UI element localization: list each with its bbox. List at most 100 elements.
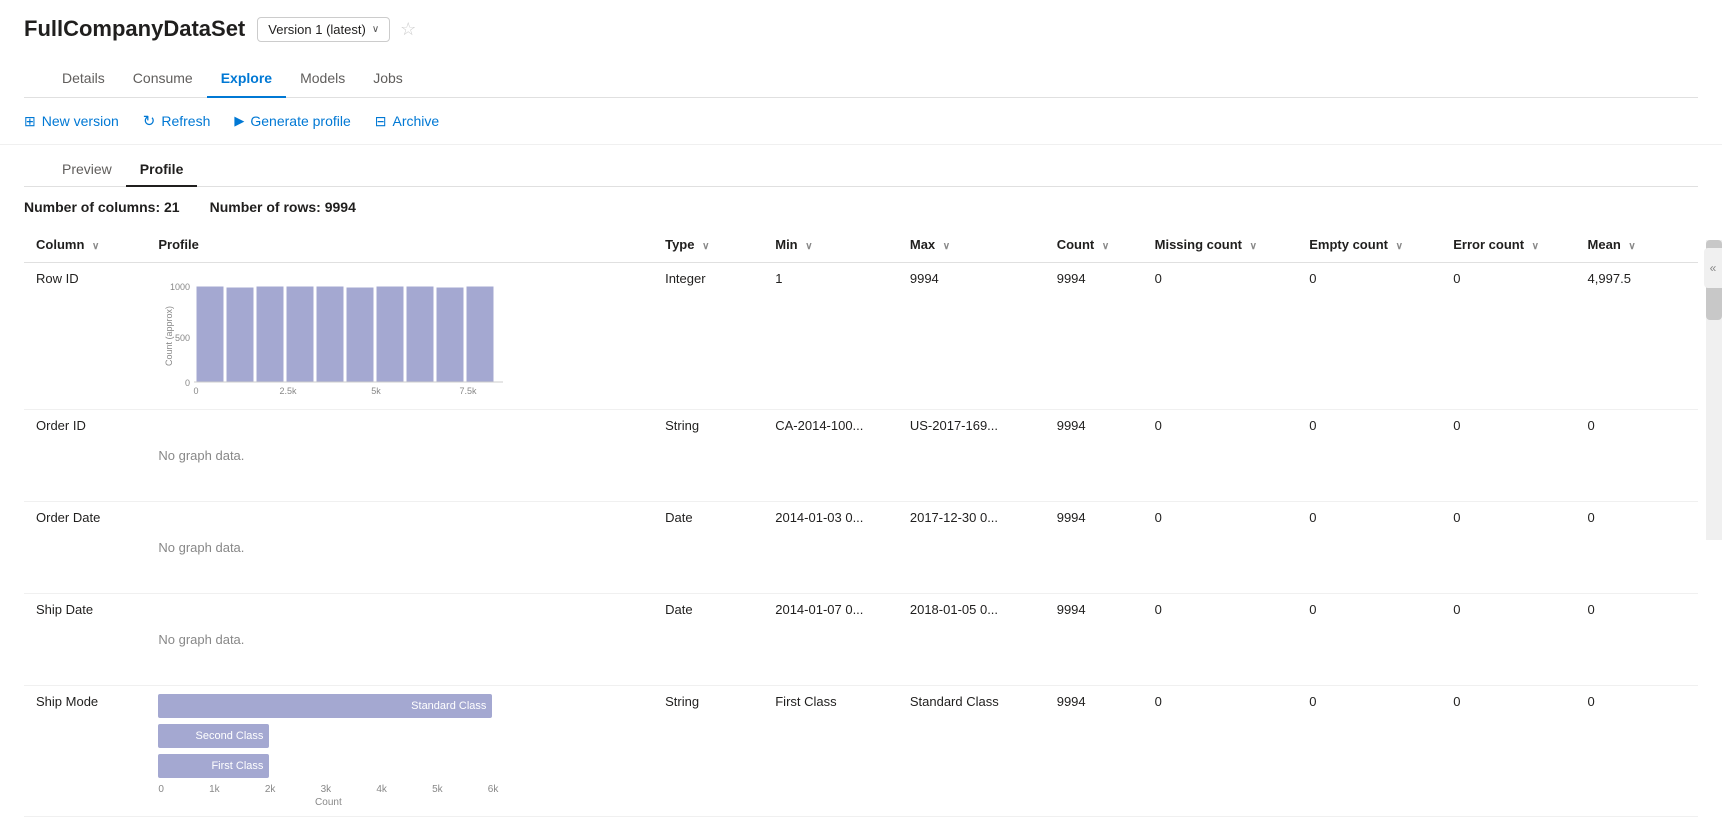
cell-column-name: Order Date	[24, 502, 146, 594]
cell-min: First Class	[763, 686, 898, 817]
nav-tabs: Details Consume Explore Models Jobs	[24, 60, 1698, 98]
x-tick: 6k	[488, 784, 499, 795]
app-header: FullCompanyDataSet Version 1 (latest) ∨ …	[0, 0, 1722, 98]
col-header-error[interactable]: Error count ∨	[1441, 227, 1575, 263]
col-header-type[interactable]: Type ∨	[653, 227, 763, 263]
archive-label: Archive	[393, 113, 440, 129]
col-header-min[interactable]: Min ∨	[763, 227, 898, 263]
bar-standard-class: Standard Class	[158, 694, 492, 718]
x-tick: 4k	[376, 784, 387, 795]
bar-first-class: First Class	[158, 754, 269, 778]
cell-type: String	[653, 686, 763, 817]
cell-missing: 0	[1143, 686, 1298, 817]
barchart-container: Standard Class Second Class	[158, 694, 548, 808]
collapse-icon: «	[1710, 261, 1717, 275]
svg-text:500: 500	[175, 333, 190, 343]
cell-profile-no-graph: No graph data.	[146, 502, 653, 594]
x-tick: 3k	[321, 784, 332, 795]
svg-text:5k: 5k	[372, 386, 382, 396]
tab-consume[interactable]: Consume	[119, 60, 207, 98]
cell-mean: 0	[1576, 594, 1698, 686]
bar-row-first: First Class	[158, 754, 548, 778]
generate-profile-icon: ▶	[234, 113, 244, 129]
table-row: Order ID No graph data. String CA-2014-1…	[24, 410, 1698, 502]
cell-max: 9994	[898, 263, 1045, 410]
table-row: Ship Mode Standard Class	[24, 686, 1698, 817]
app-container: FullCompanyDataSet Version 1 (latest) ∨ …	[0, 0, 1722, 817]
cell-error: 0	[1441, 263, 1575, 410]
cell-profile-no-graph: No graph data.	[146, 410, 653, 502]
archive-icon: ⊟	[375, 113, 387, 130]
bar-second-class: Second Class	[158, 724, 269, 748]
num-rows-info: Number of rows: 9994	[210, 199, 356, 215]
col-header-empty[interactable]: Empty count ∨	[1297, 227, 1441, 263]
col-header-profile: Profile	[146, 227, 653, 263]
cell-empty: 0	[1297, 594, 1441, 686]
cell-missing: 0	[1143, 410, 1298, 502]
cell-column-name: Row ID	[24, 263, 146, 410]
star-icon[interactable]: ☆	[400, 19, 416, 40]
cell-column-name: Ship Date	[24, 594, 146, 686]
refresh-icon: ↻	[143, 112, 156, 130]
bar-label-second: Second Class	[196, 730, 264, 742]
col-header-column[interactable]: Column ∨	[24, 227, 146, 263]
svg-text:1000: 1000	[170, 282, 190, 292]
cell-max: 2018-01-05 0...	[898, 594, 1045, 686]
num-columns-info: Number of columns: 21	[24, 199, 180, 215]
cell-count: 9994	[1045, 263, 1143, 410]
new-version-label: New version	[42, 113, 119, 129]
cell-min: 1	[763, 263, 898, 410]
col-header-missing[interactable]: Missing count ∨	[1143, 227, 1298, 263]
cell-missing: 0	[1143, 263, 1298, 410]
generate-profile-button[interactable]: ▶ Generate profile	[234, 113, 350, 129]
cell-min: 2014-01-07 0...	[763, 594, 898, 686]
data-table: Column ∨ Profile Type ∨ Min ∨ Max ∨ Coun…	[24, 227, 1698, 817]
cell-empty: 0	[1297, 263, 1441, 410]
cell-error: 0	[1441, 594, 1575, 686]
cell-max: US-2017-169...	[898, 410, 1045, 502]
sub-tabs-area: Preview Profile	[0, 153, 1722, 187]
cell-mean: 4,997.5	[1576, 263, 1698, 410]
cell-type: Date	[653, 502, 763, 594]
refresh-button[interactable]: ↻ Refresh	[143, 112, 211, 130]
cell-type: String	[653, 410, 763, 502]
cell-empty: 0	[1297, 502, 1441, 594]
table-row: Order Date No graph data. Date 2014-01-0…	[24, 502, 1698, 594]
table-row: Row ID Count (approx) 1000 500 0	[24, 263, 1698, 410]
new-version-icon: ⊞	[24, 113, 36, 130]
collapse-button[interactable]: «	[1704, 248, 1722, 288]
col-header-max[interactable]: Max ∨	[898, 227, 1045, 263]
histogram-svg: Count (approx) 1000 500 0	[158, 271, 548, 401]
bar-label-first: First Class	[211, 760, 263, 772]
generate-profile-label: Generate profile	[250, 113, 350, 129]
sub-tab-profile[interactable]: Profile	[126, 153, 198, 187]
tab-details[interactable]: Details	[48, 60, 119, 98]
new-version-button[interactable]: ⊞ New version	[24, 113, 119, 130]
version-selector[interactable]: Version 1 (latest) ∨	[257, 17, 390, 42]
tab-explore[interactable]: Explore	[207, 60, 286, 98]
svg-text:0: 0	[185, 378, 190, 388]
tab-jobs[interactable]: Jobs	[359, 60, 417, 98]
bar-label-standard: Standard Class	[411, 700, 486, 712]
cell-max: Standard Class	[898, 686, 1045, 817]
version-label: Version 1 (latest)	[268, 22, 366, 37]
cell-profile-barchart: Standard Class Second Class	[146, 686, 653, 817]
barchart-xaxis: 0 1k 2k 3k 4k 5k 6k	[158, 784, 498, 795]
dataset-title: FullCompanyDataSet	[24, 16, 245, 42]
col-header-mean[interactable]: Mean ∨	[1576, 227, 1698, 263]
archive-button[interactable]: ⊟ Archive	[375, 113, 439, 130]
refresh-label: Refresh	[161, 113, 210, 129]
table-row: Ship Date No graph data. Date 2014-01-07…	[24, 594, 1698, 686]
col-header-count[interactable]: Count ∨	[1045, 227, 1143, 263]
barchart-xlabel: Count	[158, 797, 498, 808]
cell-empty: 0	[1297, 410, 1441, 502]
tab-models[interactable]: Models	[286, 60, 359, 98]
x-tick: 0	[158, 784, 164, 795]
svg-text:2.5k: 2.5k	[280, 386, 298, 396]
x-tick: 2k	[265, 784, 276, 795]
cell-missing: 0	[1143, 594, 1298, 686]
sub-tab-preview[interactable]: Preview	[48, 153, 126, 187]
svg-text:7.5k: 7.5k	[460, 386, 478, 396]
svg-text:0: 0	[194, 386, 199, 396]
cell-count: 9994	[1045, 502, 1143, 594]
